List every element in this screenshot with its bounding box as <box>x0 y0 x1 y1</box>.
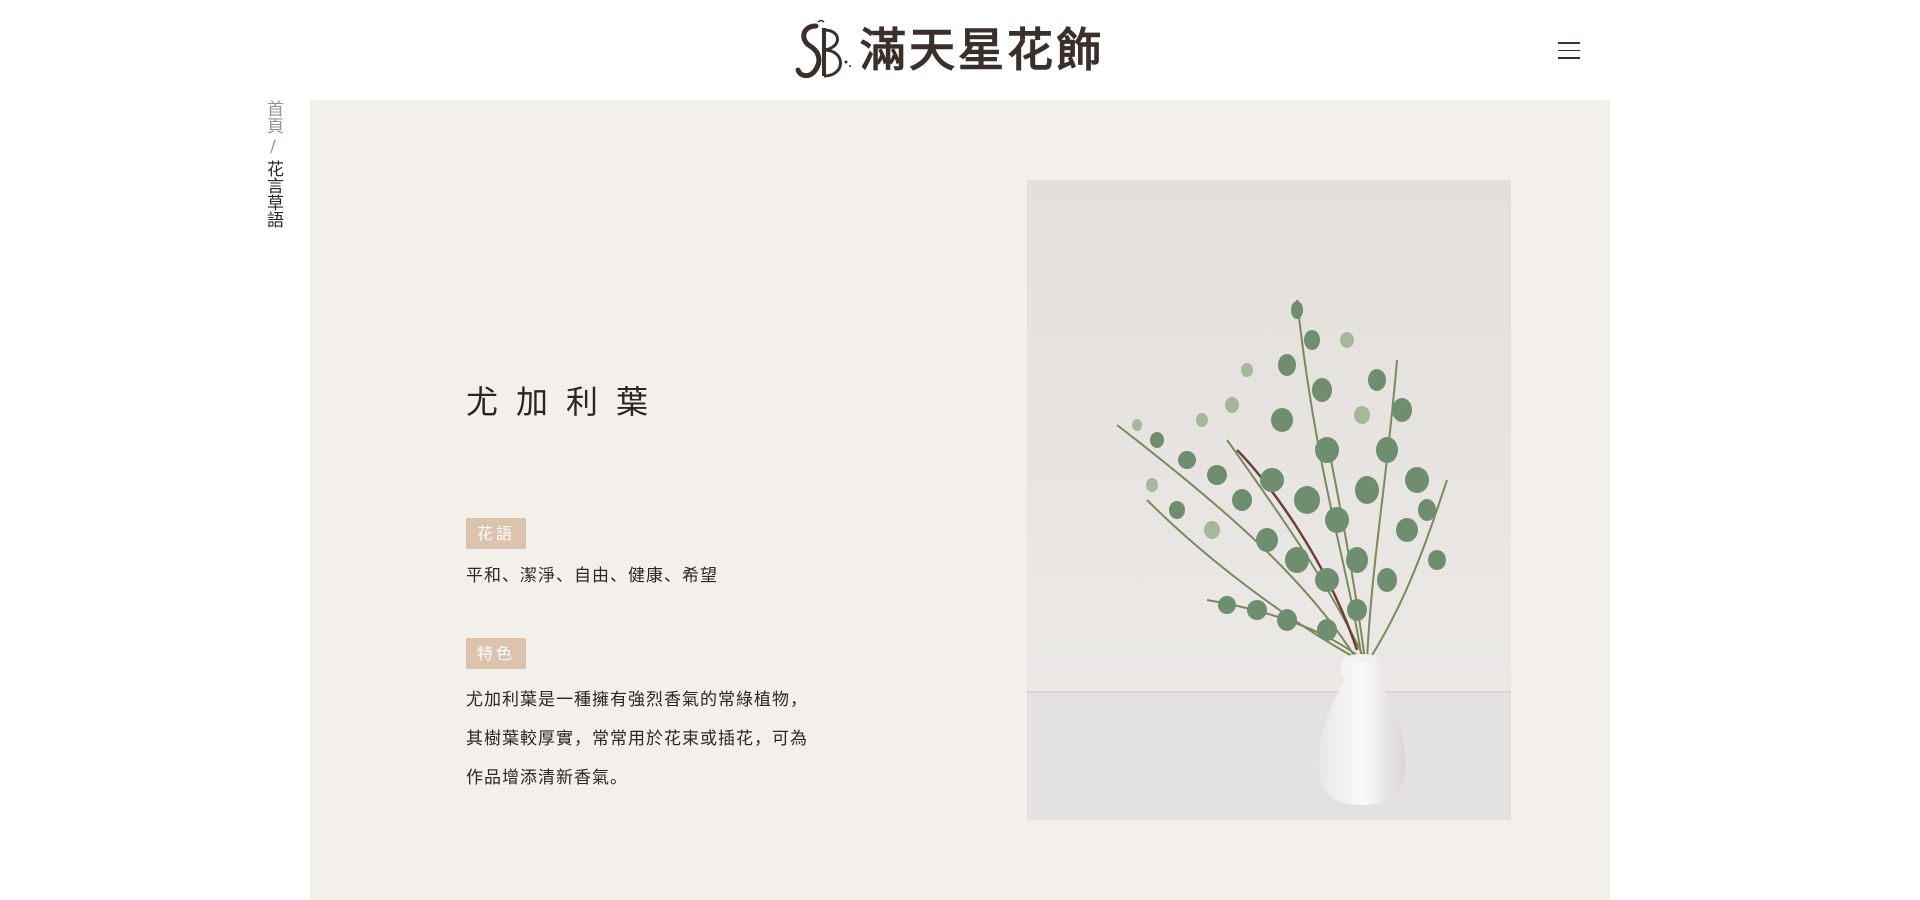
flower-meaning-text: 平和、潔淨、自由、健康、希望 <box>466 566 718 586</box>
logo-wordmark: 滿天星花飾 <box>860 23 1105 77</box>
site-logo[interactable]: 滿天星花飾 <box>794 18 1105 82</box>
hamburger-menu-icon[interactable] <box>1558 42 1582 60</box>
flower-feature-tag: 特色 <box>466 638 526 669</box>
breadcrumb-current: 花言草語 <box>263 160 283 228</box>
flower-name-title: 尤加利葉 <box>466 383 667 421</box>
sb-monogram-icon <box>795 19 851 79</box>
flower-detail-panel: 尤加利葉 花語 平和、潔淨、自由、健康、希望 特色 尤加利葉是一種擁有強烈香氣的… <box>310 100 1610 900</box>
flower-meaning-tag: 花語 <box>466 518 526 549</box>
breadcrumb-separator: / <box>270 137 276 157</box>
breadcrumb: 首頁 / 花言草語 <box>262 100 284 228</box>
breadcrumb-home-link[interactable]: 首頁 <box>260 100 286 134</box>
flower-feature-text: 尤加利葉是一種擁有強烈香氣的常綠植物， 其樹葉較厚實，常常用於花束或插花，可為 … <box>466 681 826 798</box>
feature-line: 作品增添清新香氣。 <box>466 768 628 788</box>
feature-line: 尤加利葉是一種擁有強烈香氣的常綠植物， <box>466 690 808 710</box>
site-header: 滿天星花飾 <box>0 0 1920 100</box>
feature-line: 其樹葉較厚實，常常用於花束或插花，可為 <box>466 729 808 749</box>
eucalyptus-vase-photo <box>1027 180 1511 820</box>
